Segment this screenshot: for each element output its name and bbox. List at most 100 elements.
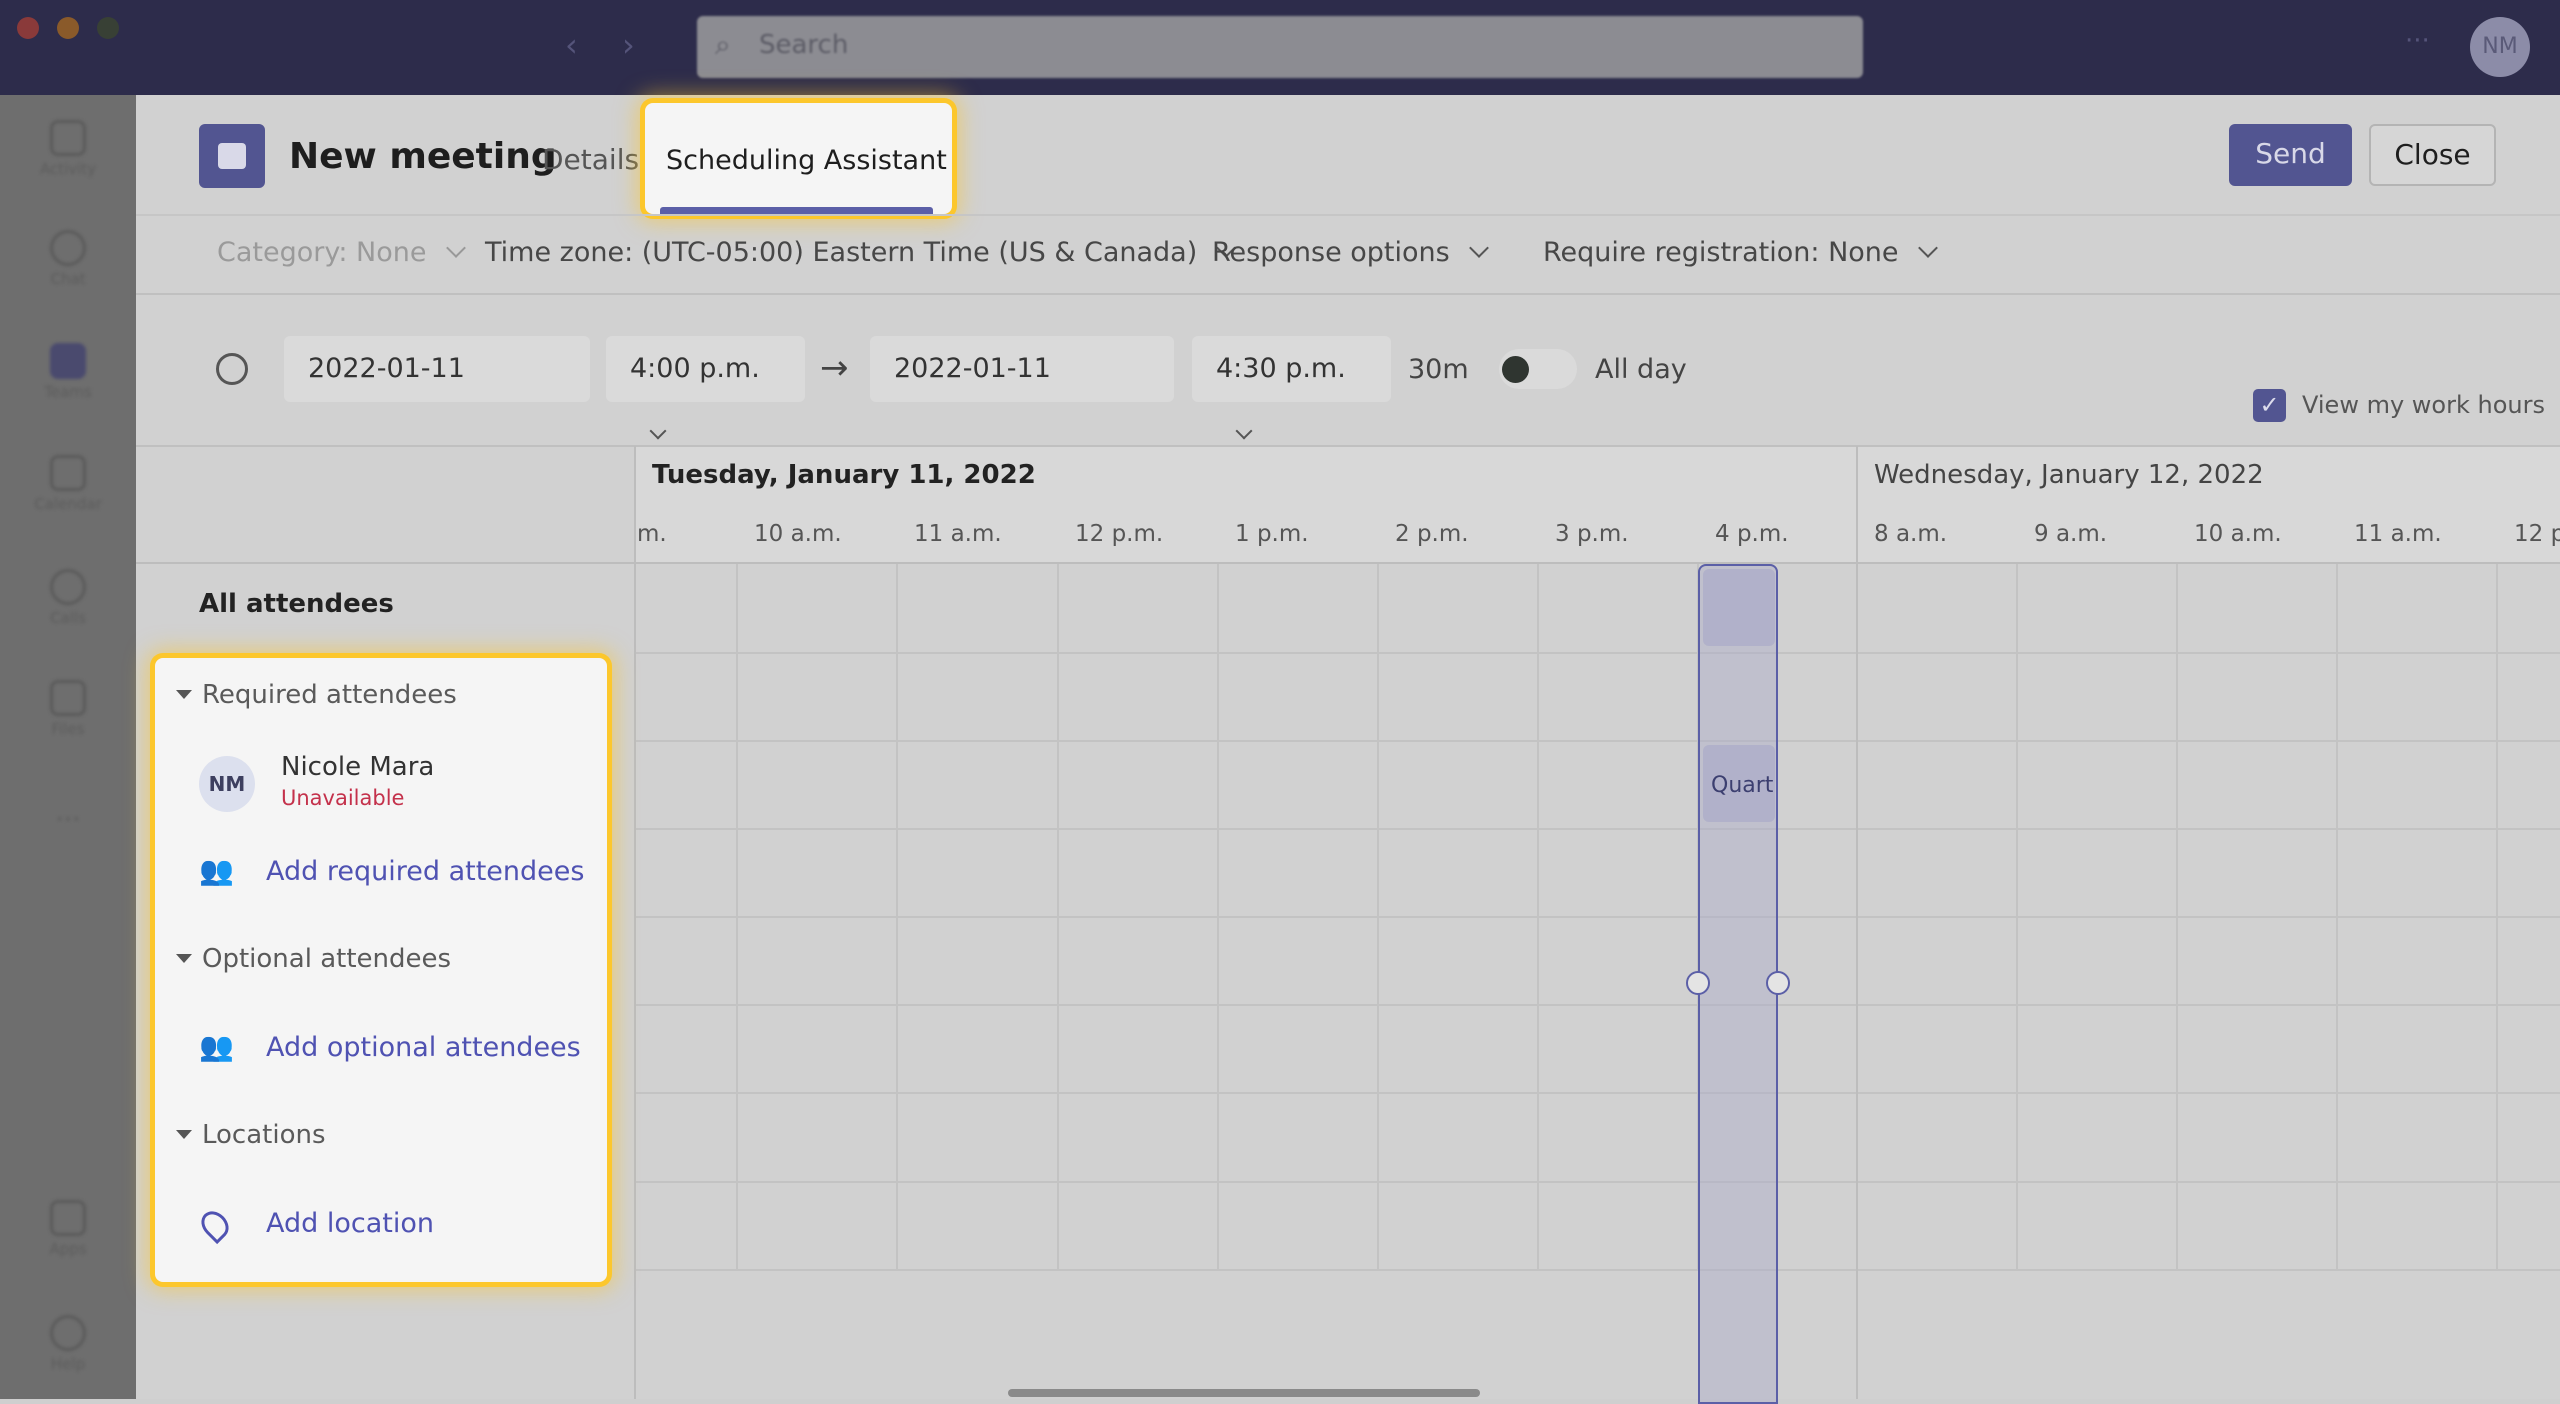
- category-dropdown[interactable]: Category: None: [217, 237, 466, 268]
- close-window-button[interactable]: [17, 17, 39, 39]
- checkmark-icon: ✓: [2259, 391, 2280, 419]
- end-time-dropdown[interactable]: 4:30 p.m.: [1192, 336, 1391, 440]
- grid-line: [2336, 564, 2338, 1269]
- teams-icon: [50, 343, 86, 379]
- grid-line: [636, 1181, 2560, 1183]
- hour-label: 8 a.m.: [1874, 521, 1948, 547]
- rail-label: Calls: [50, 609, 86, 627]
- help-icon: [50, 1315, 86, 1351]
- phone-icon: [50, 569, 86, 605]
- grid-line: [2016, 564, 2018, 1269]
- hour-label: 4 p.m.: [1715, 521, 1789, 547]
- rail-calls[interactable]: Calls: [0, 569, 136, 627]
- rail-apps[interactable]: Apps: [0, 1200, 136, 1258]
- grid-line: [636, 652, 2560, 654]
- grid-line: [896, 564, 898, 1269]
- hour-label: 12 p.: [2514, 521, 2560, 547]
- all-day-label: All day: [1595, 354, 1687, 385]
- arrow-right-icon: →: [820, 348, 849, 388]
- divider: [136, 293, 2560, 295]
- chevron-down-icon: [1468, 238, 1489, 258]
- rail-label: Apps: [49, 1240, 87, 1258]
- end-date-input[interactable]: 2022-01-11: [870, 336, 1174, 402]
- file-icon: [50, 680, 86, 716]
- rail-activity[interactable]: Activity: [0, 120, 136, 178]
- forward-icon[interactable]: ›: [622, 26, 635, 64]
- locations-header[interactable]: Locations: [176, 1120, 326, 1150]
- grid-line: [2496, 564, 2498, 1269]
- registration-label: Require registration: None: [1543, 237, 1899, 268]
- resize-handle-left[interactable]: [1686, 971, 1710, 995]
- horizontal-scrollbar[interactable]: [1008, 1389, 1480, 1397]
- registration-dropdown[interactable]: Require registration: None: [1543, 237, 1938, 268]
- add-location-label: Add location: [266, 1208, 434, 1239]
- rail-calendar[interactable]: Calendar: [0, 455, 136, 513]
- hour-label: m.: [637, 521, 667, 547]
- add-person-icon: 👥: [199, 854, 234, 887]
- send-button[interactable]: Send: [2229, 124, 2352, 186]
- busy-block: [1703, 569, 1775, 646]
- location-pin-icon: [195, 1205, 235, 1245]
- rail-files[interactable]: Files: [0, 680, 136, 738]
- hour-label: 10 a.m.: [754, 521, 842, 547]
- hour-label: 11 a.m.: [2354, 521, 2442, 547]
- toggle-knob: [1502, 356, 1529, 383]
- attendee-status: Unavailable: [281, 786, 405, 810]
- response-options-dropdown[interactable]: Response options: [1212, 237, 1489, 268]
- chevron-down-icon: [1917, 238, 1938, 258]
- rail-help[interactable]: Help: [0, 1315, 136, 1373]
- back-icon[interactable]: ‹: [565, 26, 578, 64]
- chevron-down-icon: [445, 238, 466, 258]
- grid-line: [1537, 564, 1539, 1269]
- grid-line: [636, 916, 2560, 918]
- close-button[interactable]: Close: [2369, 124, 2496, 186]
- day-label: Tuesday, January 11, 2022: [652, 460, 1036, 490]
- bell-icon: [50, 120, 86, 156]
- rail-label: Files: [51, 720, 85, 738]
- category-label: Category: None: [217, 237, 427, 268]
- attendee-name[interactable]: Nicole Mara: [281, 752, 434, 782]
- start-time-value: 4:00 p.m.: [630, 353, 760, 384]
- chevron-down-icon: [649, 422, 667, 440]
- add-location-button[interactable]: Add location: [195, 1205, 599, 1246]
- search-placeholder: Search: [759, 30, 849, 60]
- tab-details[interactable]: Details: [542, 143, 639, 176]
- add-person-icon: 👥: [199, 1030, 234, 1063]
- rail-more[interactable]: ···: [0, 805, 136, 835]
- hour-label: 1 p.m.: [1235, 521, 1309, 547]
- maximize-window-button[interactable]: [97, 17, 119, 39]
- optional-attendees-header[interactable]: Optional attendees: [176, 944, 451, 974]
- caret-down-icon: [176, 954, 192, 963]
- start-date-input[interactable]: 2022-01-11: [284, 336, 590, 402]
- end-time-value: 4:30 p.m.: [1216, 353, 1346, 384]
- rail-chat[interactable]: Chat: [0, 230, 136, 288]
- hour-label: 2 p.m.: [1395, 521, 1469, 547]
- duration-label: 30m: [1408, 354, 1469, 385]
- apps-icon: [50, 1200, 86, 1236]
- minimize-window-button[interactable]: [57, 17, 79, 39]
- tab-scheduling-assistant[interactable]: Scheduling Assistant: [645, 103, 952, 214]
- rail-teams[interactable]: Teams: [0, 343, 136, 401]
- required-attendees-header[interactable]: Required attendees: [176, 680, 457, 710]
- app-rail: Activity Chat Teams Calendar Calls Files…: [0, 95, 136, 1399]
- add-optional-attendees-button[interactable]: 👥 Add optional attendees: [199, 1030, 759, 1070]
- all-day-toggle[interactable]: [1499, 349, 1577, 389]
- start-time-dropdown[interactable]: 4:00 p.m.: [606, 336, 805, 440]
- resize-handle-right[interactable]: [1766, 971, 1790, 995]
- search-input[interactable]: ⌕ Search: [697, 16, 1863, 78]
- grid-line: [636, 1092, 2560, 1094]
- caret-down-icon: [176, 690, 192, 699]
- attendees-panel: Required attendees NM Nicole Mara Unavai…: [155, 658, 607, 1282]
- busy-block: Quart: [1703, 745, 1775, 822]
- more-options-icon[interactable]: ···: [2405, 26, 2430, 56]
- view-work-hours-checkbox[interactable]: ✓: [2253, 389, 2286, 422]
- grid-line: [736, 564, 738, 1269]
- add-required-attendees-button[interactable]: 👥 Add required attendees: [199, 854, 759, 894]
- hour-label: 12 p.m.: [1075, 521, 1164, 547]
- avatar[interactable]: NM: [2470, 17, 2530, 77]
- hour-label: 9 a.m.: [2034, 521, 2108, 547]
- grid-line: [636, 1269, 2560, 1271]
- chevron-down-icon: [1235, 422, 1253, 440]
- timezone-dropdown[interactable]: Time zone: (UTC-05:00) Eastern Time (US …: [485, 237, 1237, 268]
- calendar-icon: [50, 455, 86, 491]
